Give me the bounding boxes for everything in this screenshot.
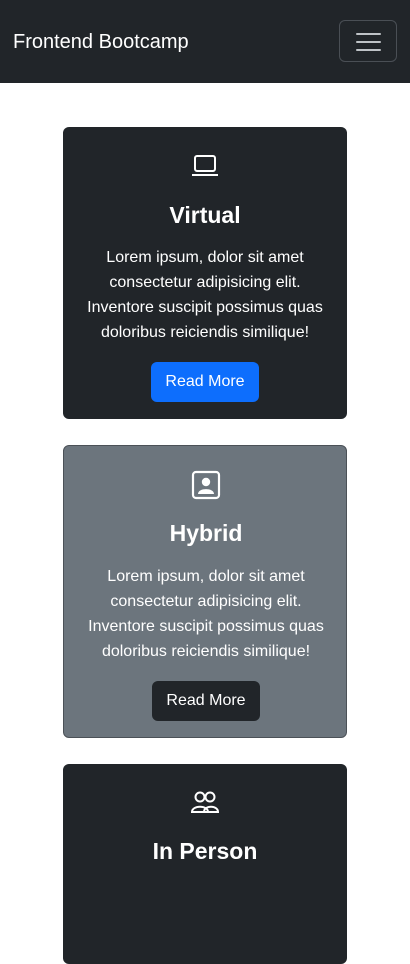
card-title: Virtual — [169, 202, 241, 228]
card-title: In Person — [152, 838, 258, 864]
person-badge-icon — [64, 470, 348, 500]
card-hybrid: Hybrid Lorem ipsum, dolor sit amet conse… — [63, 445, 347, 738]
card-in-person: In Person — [63, 764, 347, 964]
navbar-brand[interactable]: Frontend Bootcamp — [13, 29, 189, 55]
hamburger-menu-icon — [356, 32, 381, 52]
laptop-icon — [63, 151, 347, 181]
card-virtual: Virtual Lorem ipsum, dolor sit amet cons… — [63, 127, 347, 419]
read-more-button[interactable]: Read More — [152, 681, 260, 721]
card-text: Lorem ipsum, dolor sit amet consectetur … — [87, 249, 323, 341]
people-icon — [63, 788, 347, 818]
navbar-toggler-button[interactable] — [339, 20, 397, 62]
navbar: Frontend Bootcamp — [0, 0, 410, 83]
read-more-button[interactable]: Read More — [151, 362, 259, 402]
card-text: Lorem ipsum, dolor sit amet consectetur … — [88, 568, 324, 660]
card-title: Hybrid — [169, 520, 243, 546]
